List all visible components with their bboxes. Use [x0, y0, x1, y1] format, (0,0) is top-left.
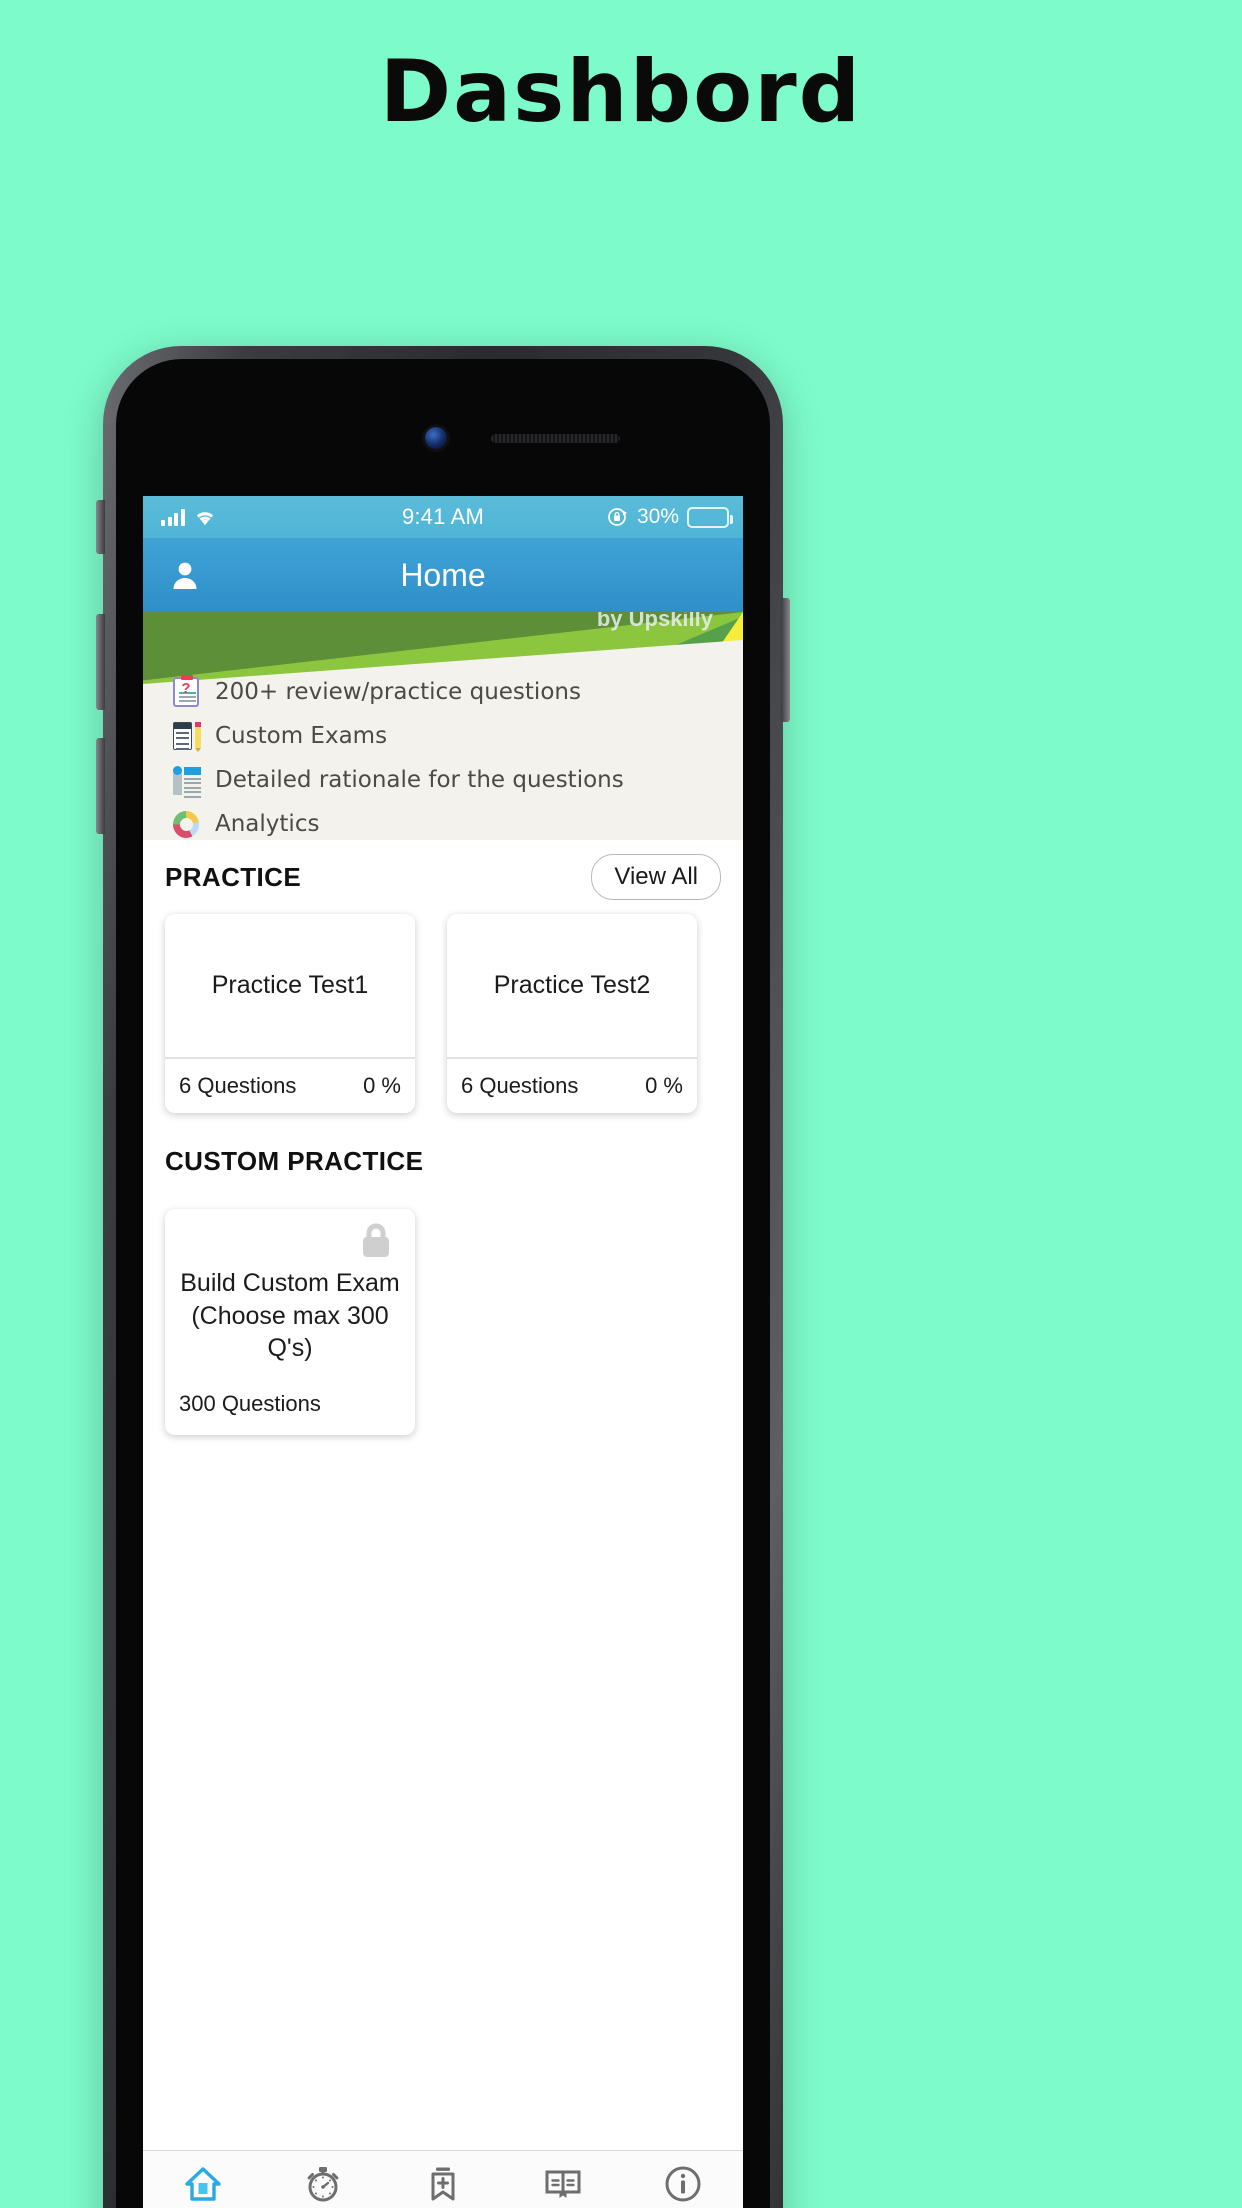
feature-row: Analytics — [173, 802, 743, 840]
build-custom-exam-card[interactable]: Build Custom Exam (Choose max 300 Q's) 3… — [165, 1209, 415, 1435]
mute-switch[interactable] — [96, 500, 105, 554]
bottom-tab-bar: Home History — [143, 2150, 743, 2208]
custom-practice-section-title: CUSTOM PRACTICE — [165, 1145, 424, 1176]
practice-test-title: Practice Test2 — [493, 971, 651, 999]
practice-section-title: PRACTICE — [165, 861, 302, 892]
feature-label: 200+ review/practice questions — [215, 679, 581, 705]
practice-test-percent: 0 % — [645, 1073, 683, 1098]
bookmark-plus-icon — [431, 2167, 455, 2201]
tab-about[interactable]: About — [623, 2151, 743, 2208]
rotation-lock-icon — [608, 508, 627, 526]
info-circle-icon — [665, 2166, 701, 2202]
status-bar: 9:41 AM 30% — [143, 496, 743, 538]
power-button[interactable] — [781, 598, 790, 722]
practice-test-card[interactable]: Practice Test2 6 Questions 0 % — [447, 914, 697, 1113]
form-pencil-icon — [173, 721, 201, 752]
phone-mockup: 9:41 AM 30% Home by Upskilly ? 200+ revi… — [96, 346, 790, 2208]
tab-history[interactable]: History — [263, 2151, 383, 2208]
feature-label: Analytics — [215, 811, 320, 837]
article-icon — [173, 765, 201, 798]
page-title: Dashbord — [379, 42, 863, 142]
practice-section-header: PRACTICE View All — [143, 840, 743, 914]
banner-feature-list: 200+ review/practice questions Custom Ex… — [143, 670, 743, 840]
open-book-icon — [545, 2170, 581, 2198]
practice-cards-row: Practice Test1 6 Questions 0 % Practice … — [143, 914, 743, 1113]
practice-test-card-footer: 6 Questions 0 % — [165, 1057, 415, 1113]
tab-resources[interactable]: Resources — [503, 2151, 623, 2208]
feature-label: Custom Exams — [215, 723, 388, 749]
practice-test-card-body: Practice Test1 — [165, 914, 415, 1057]
nav-bar: Home — [143, 538, 743, 612]
custom-practice-section-header: CUSTOM PRACTICE — [143, 1113, 743, 1209]
app-screen: 9:41 AM 30% Home by Upskilly ? 200+ revi… — [143, 496, 743, 2208]
practice-test-card-footer: 6 Questions 0 % — [447, 1057, 697, 1113]
build-custom-exam-questions: 300 Questions — [179, 1390, 321, 1416]
status-bar-right: 30% — [607, 505, 743, 529]
battery-percent-label: 30% — [636, 505, 679, 528]
banner-brand-label: by Upskilly — [596, 612, 713, 631]
feature-row: Detailed rationale for the questions — [173, 758, 743, 802]
lock-icon — [359, 1223, 393, 1259]
feature-row: Custom Exams — [173, 714, 743, 758]
practice-test-percent: 0 % — [363, 1073, 401, 1098]
feature-row: 200+ review/practice questions — [173, 670, 743, 714]
practice-test-title: Practice Test1 — [211, 971, 369, 999]
tab-bookmark[interactable]: Bookmark — [383, 2151, 503, 2208]
front-camera-icon — [425, 427, 447, 449]
promo-banner[interactable]: by Upskilly 200+ review/practice questio… — [143, 612, 743, 840]
stopwatch-icon — [307, 2167, 339, 2202]
practice-test-card[interactable]: Practice Test1 6 Questions 0 % — [165, 914, 415, 1113]
clipboard-question-icon — [173, 675, 199, 707]
build-custom-exam-title: Build Custom Exam (Choose max 300 Q's) — [180, 1269, 400, 1362]
donut-chart-icon — [173, 809, 199, 839]
feature-label: Detailed rationale for the questions — [215, 767, 624, 793]
practice-test-card-body: Practice Test2 — [447, 914, 697, 1057]
tab-home[interactable]: Home — [143, 2151, 263, 2208]
view-all-button[interactable]: View All — [591, 854, 721, 900]
volume-up-button[interactable] — [96, 614, 105, 710]
earpiece-speaker — [491, 434, 620, 443]
practice-test-questions: 6 Questions — [461, 1073, 579, 1098]
volume-down-button[interactable] — [96, 738, 105, 834]
practice-test-questions: 6 Questions — [179, 1073, 297, 1098]
battery-icon — [687, 506, 733, 528]
nav-bar-title: Home — [400, 556, 486, 593]
home-icon — [185, 2167, 221, 2201]
